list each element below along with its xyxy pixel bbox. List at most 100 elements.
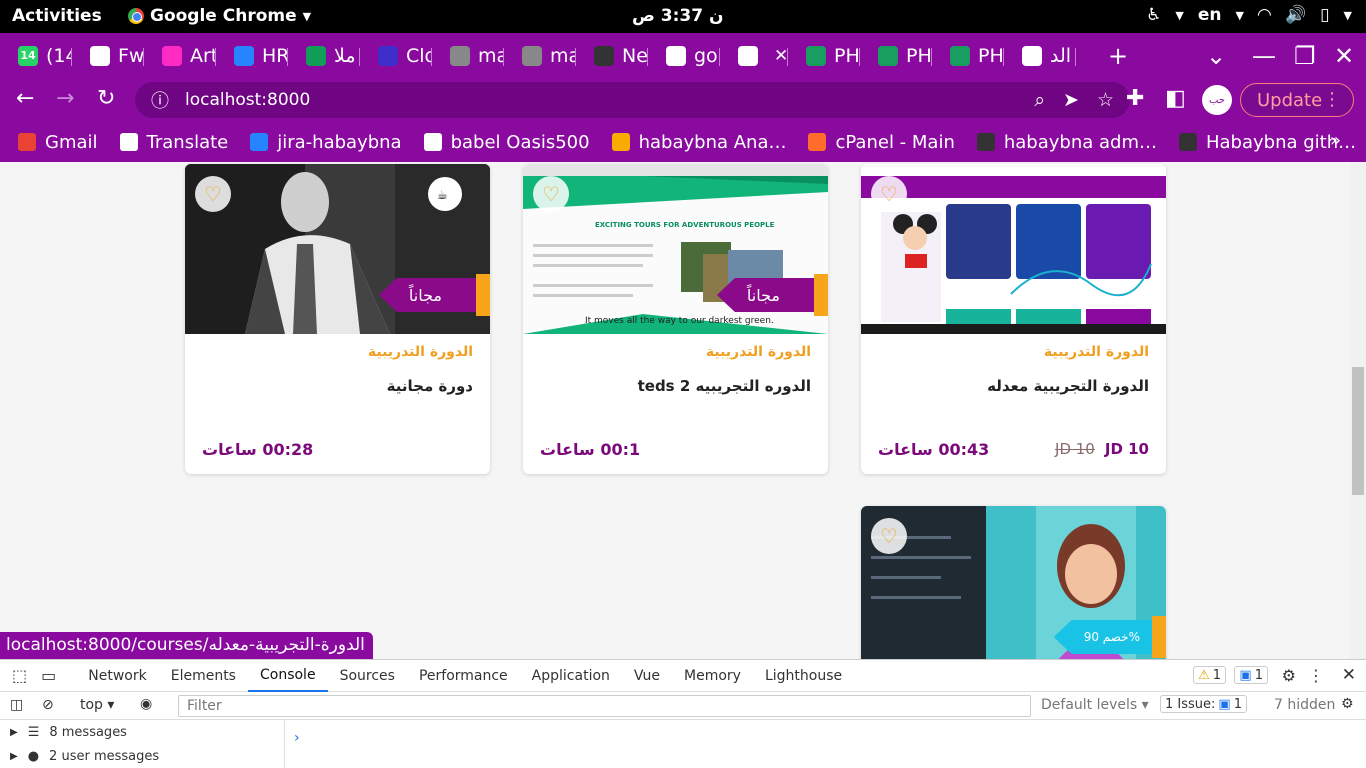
bookmark-item[interactable]: habaybna adm… [976, 132, 1157, 153]
more-options-icon[interactable]: ⋮ [1308, 666, 1324, 685]
extensions-icon[interactable]: ✚ [1126, 86, 1144, 111]
info-icon[interactable]: ⓘ [151, 87, 169, 113]
course-thumbnail[interactable]: ☕ ♡ مجاناً [185, 164, 490, 334]
cpanel-icon [808, 133, 827, 151]
new-tab-icon[interactable]: + [1108, 33, 1128, 78]
course-card[interactable]: ♡ الدورة التدريبية الدورة التجريبية معدل… [861, 164, 1166, 474]
favorite-heart-icon[interactable]: ♡ [871, 176, 907, 212]
forward-icon[interactable]: → [56, 86, 74, 111]
browser-tab[interactable]: PH [932, 39, 1004, 73]
profile-avatar[interactable]: حب [1202, 85, 1232, 115]
browser-tab[interactable]: PH [860, 39, 932, 73]
browser-tab[interactable]: Art [144, 39, 216, 73]
inspect-icon[interactable]: ⬚ [0, 666, 35, 685]
app-menu[interactable]: Google Chrome ▼ [128, 6, 311, 26]
context-selector[interactable]: top ▾ [80, 697, 114, 713]
devtools-tab-performance[interactable]: Performance [407, 660, 520, 692]
url-text[interactable]: localhost:8000 [185, 90, 310, 110]
more-bookmarks-icon[interactable]: » [1330, 130, 1341, 151]
browser-tab[interactable]: PH [788, 39, 860, 73]
scrollbar-thumb[interactable] [1352, 367, 1364, 495]
console-output[interactable]: › [286, 720, 1350, 768]
accessibility-icon[interactable]: ♿ [1146, 5, 1161, 25]
tab-title: PH [906, 44, 932, 67]
devtools-tab-memory[interactable]: Memory [672, 660, 753, 692]
browser-tab[interactable]: 14 (14 [0, 39, 72, 73]
page-scrollbar[interactable] [1350, 162, 1366, 659]
log-levels-dropdown[interactable]: Default levels ▾ [1041, 697, 1149, 713]
language-indicator[interactable]: en [1198, 5, 1222, 25]
course-thumbnail[interactable]: EXCITING TOURS FOR ADVENTUROUS PEOPLE It… [523, 164, 828, 334]
bookmark-item[interactable]: Gmail [18, 132, 98, 153]
browser-tab[interactable]: Clo [360, 39, 432, 73]
maximize-icon[interactable]: ❐ [1294, 33, 1316, 78]
sidebar-item-messages[interactable]: ▶ ☰ 8 messages [0, 720, 284, 744]
course-title[interactable]: الدوره التجريبيه 2 teds [638, 377, 811, 395]
send-icon[interactable]: ➤ [1063, 89, 1079, 111]
sidebar-toggle-icon[interactable]: ◫ [10, 697, 23, 713]
browser-tab[interactable]: HR [216, 39, 288, 73]
zoom-icon[interactable]: ⌕ [1034, 89, 1045, 111]
course-card[interactable]: EXCITING TOURS FOR ADVENTUROUS PEOPLE It… [523, 164, 828, 474]
bookmark-item[interactable]: jira-habaybna [250, 132, 402, 153]
bookmark-item[interactable]: Translate [119, 132, 228, 153]
devtools-tab-lighthouse[interactable]: Lighthouse [753, 660, 854, 692]
close-window-icon[interactable]: ✕ [1334, 33, 1354, 78]
devtools-tab-network[interactable]: Network [76, 660, 158, 692]
reload-icon[interactable]: ↻ [97, 86, 115, 111]
back-icon[interactable]: ← [16, 86, 34, 111]
bookmark-item[interactable]: habaybna Ana… [611, 132, 786, 153]
wifi-icon[interactable]: ◠ [1258, 5, 1271, 25]
bookmark-item[interactable]: cPanel - Main [808, 132, 955, 153]
activities-button[interactable]: Activities [12, 6, 102, 26]
browser-tab[interactable]: go [648, 39, 720, 73]
tab-title: HR [262, 44, 288, 67]
battery-icon[interactable]: ▯ [1320, 5, 1329, 25]
update-button[interactable]: Update ⋮ [1240, 83, 1354, 117]
device-toolbar-icon[interactable]: ▭ [35, 666, 76, 685]
close-icon[interactable]: ✕ [1342, 665, 1356, 685]
clock[interactable]: ن 3:37 ص [632, 6, 724, 26]
course-title[interactable]: دورة مجانية [387, 377, 473, 395]
devtools-tab-sources[interactable]: Sources [328, 660, 407, 692]
sidebar-item-user-messages[interactable]: ▶ ● 2 user messages [0, 744, 284, 768]
favorite-heart-icon[interactable]: ♡ [533, 176, 569, 212]
browser-tab[interactable]: ma [432, 39, 504, 73]
devtools-tab-vue[interactable]: Vue [622, 660, 672, 692]
course-title[interactable]: الدورة التجريبية معدله [987, 377, 1149, 395]
devtools-tab-console[interactable]: Console [247, 660, 328, 692]
bookmark-star-icon[interactable]: ☆ [1097, 89, 1114, 111]
volume-icon[interactable]: 🔊 [1285, 5, 1306, 25]
browser-tab[interactable]: Fw [72, 39, 144, 73]
sidepanel-icon[interactable]: ◧ [1165, 86, 1186, 111]
settings-gear-icon[interactable]: ⚙ [1282, 666, 1296, 685]
devtools-tab-elements[interactable]: Elements [159, 660, 248, 692]
warning-badge[interactable]: ⚠ 1 [1193, 666, 1226, 684]
browser-tab[interactable]: ✕ [720, 38, 788, 73]
issues-button[interactable]: 1 Issue: ▣ 1 [1160, 695, 1247, 713]
browser-tab[interactable]: ma [504, 39, 576, 73]
course-card[interactable]: ☕ ♡ مجاناً الدورة التدريبية دورة مجانية … [185, 164, 490, 474]
system-tray[interactable]: ♿ ▼ en ▼ ◠ 🔊 ▯ ▼ [1146, 5, 1352, 25]
console-filter-input[interactable]: Filter [178, 695, 1031, 717]
devtools-tab-application[interactable]: Application [520, 660, 622, 692]
tab-search-icon[interactable]: ⌄ [1206, 33, 1226, 78]
minimize-icon[interactable]: — [1252, 33, 1276, 78]
favorite-heart-icon[interactable]: ♡ [195, 176, 231, 212]
menu-dots-icon[interactable]: ⋮ [1323, 89, 1341, 110]
browser-tab[interactable]: Ne [576, 39, 648, 73]
course-card[interactable]: ♡ خصم 90% [861, 506, 1166, 659]
favorite-heart-icon[interactable]: ♡ [871, 518, 907, 554]
eye-icon[interactable]: ◉ [140, 696, 152, 712]
browser-tab[interactable]: الد [1004, 39, 1076, 73]
course-thumbnail[interactable]: ♡ [861, 164, 1166, 334]
clear-console-icon[interactable]: ⊘ [42, 697, 54, 713]
course-thumbnail[interactable]: ♡ خصم 90% [861, 506, 1166, 659]
bookmark-item[interactable]: babel Oasis500 [423, 132, 590, 153]
address-bar[interactable]: ⓘ localhost:8000 ⌕ ➤ ☆ [135, 82, 1130, 118]
console-prompt-icon[interactable]: › [294, 730, 300, 746]
close-tab-icon[interactable]: ✕ [774, 46, 788, 66]
console-settings-icon[interactable]: ⚙ [1341, 696, 1354, 712]
info-badge[interactable]: ▣ 1 [1234, 666, 1268, 684]
browser-tab[interactable]: ملا [288, 39, 360, 73]
